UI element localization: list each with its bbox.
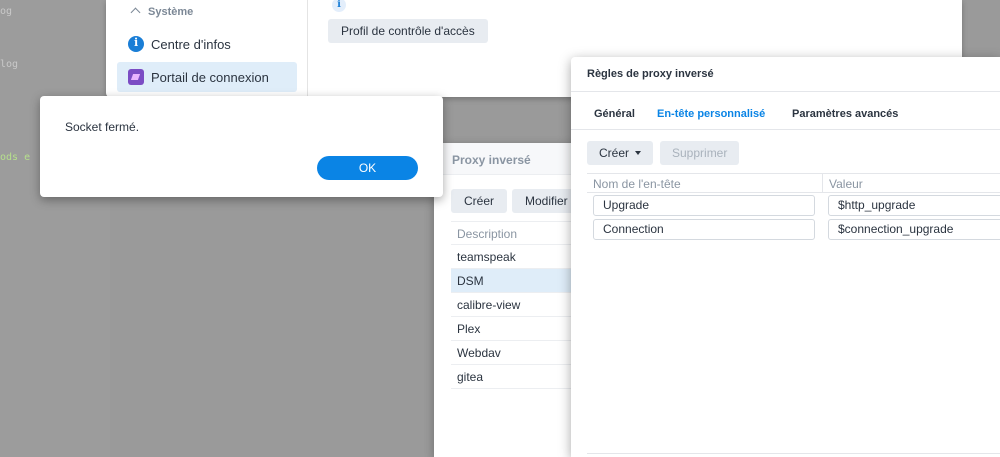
reverse-proxy-window: Proxy inversé Créer Modifier Description… [434,143,594,457]
control-panel-sidebar: Système Centre d'infos Portail de connex… [106,0,308,97]
login-portal-icon [128,69,144,85]
terminal-line: ods e [0,152,31,163]
caret-down-icon [635,151,642,155]
info-icon [128,36,144,52]
info-icon[interactable]: i [332,0,346,12]
divider [571,91,1000,92]
socket-closed-dialog: Socket fermé. OK [40,96,443,197]
table-row: Upgrade $http_upgrade [587,193,1000,217]
header-value-field[interactable]: $http_upgrade [828,195,1000,216]
chevron-up-icon [130,7,141,18]
tab-custom-header[interactable]: En-tête personnalisé [657,108,765,120]
window-title: Règles de proxy inversé [587,68,714,80]
terminal-line: og [0,6,13,17]
tab-bar: Général En-tête personnalisé Paramètres … [571,106,1000,130]
access-control-profile-button[interactable]: Profil de contrôle d'accès [328,19,488,43]
dialog-message: Socket fermé. [65,120,140,134]
custom-headers-table: Nom de l'en-tête Valeur Upgrade $http_up… [587,173,1000,241]
ok-button[interactable]: OK [317,156,418,180]
tab-advanced-settings[interactable]: Paramètres avancés [792,108,898,120]
sidebar-section-system[interactable]: Système [130,6,194,18]
sidebar-item-info-center[interactable]: Centre d'infos [117,29,297,59]
divider [587,453,1000,454]
sidebar-item-label: Portail de connexion [151,69,269,85]
reverse-proxy-rules-window: Règles de proxy inversé Général En-tête … [571,57,1000,457]
column-divider[interactable] [822,174,823,193]
terminal-background: og log ods e [0,0,110,457]
column-header-name[interactable]: Nom de l'en-tête [593,177,681,191]
sidebar-item-label: Centre d'infos [151,36,231,52]
sidebar-section-label: Système [148,6,194,18]
column-header-value[interactable]: Valeur [829,177,863,191]
table-row: Connection $connection_upgrade [587,217,1000,241]
sidebar-item-login-portal[interactable]: Portail de connexion [117,62,297,92]
create-button[interactable]: Créer [451,189,508,213]
table-header: Nom de l'en-tête Valeur [587,173,1000,193]
header-name-field[interactable]: Connection [593,219,815,240]
window-title: Proxy inversé [452,153,531,167]
header-value-field[interactable]: $connection_upgrade [828,219,1000,240]
header-name-field[interactable]: Upgrade [593,195,815,216]
create-dropdown-button[interactable]: Créer [587,141,654,165]
create-button-label: Créer [599,146,630,160]
tab-general[interactable]: Général [594,108,635,120]
terminal-line: log [0,59,19,70]
delete-button[interactable]: Supprimer [660,141,740,165]
